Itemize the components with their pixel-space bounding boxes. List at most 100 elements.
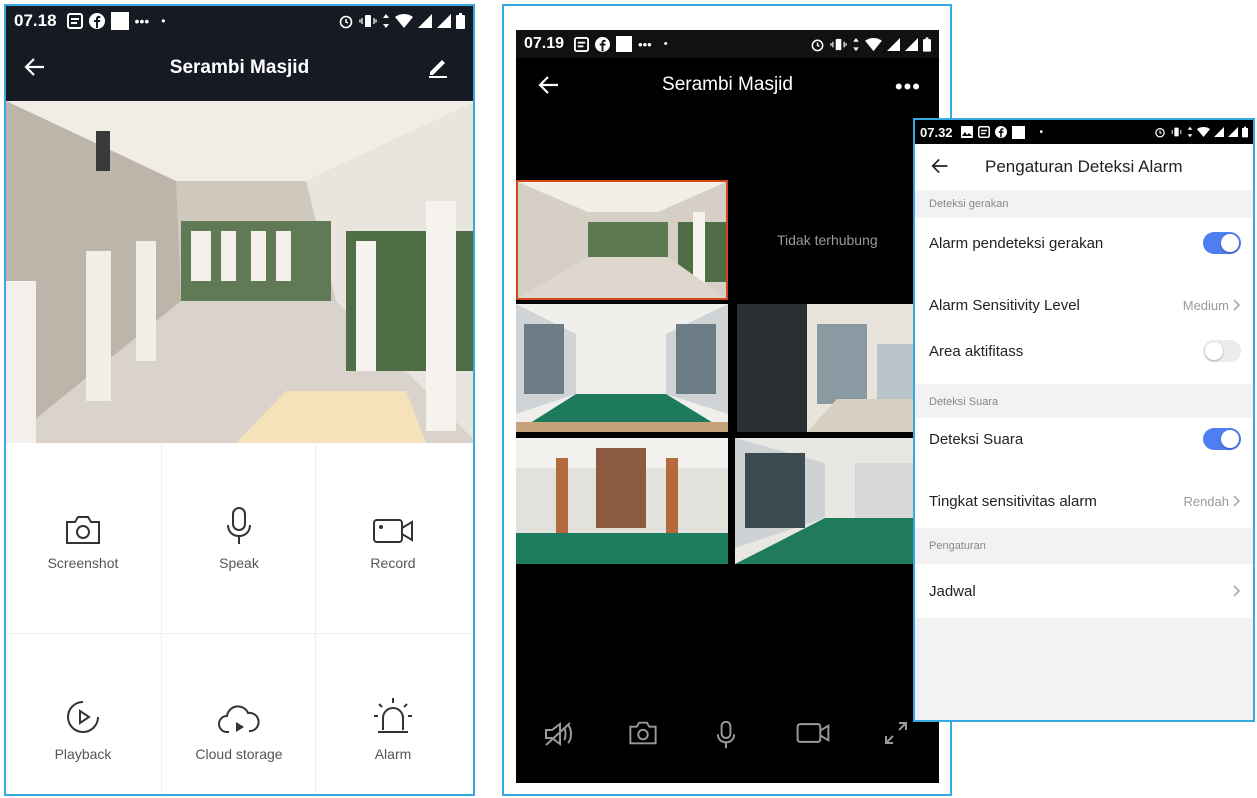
section-label: Deteksi gerakan [929,198,1009,210]
speaker-muted-icon [545,722,572,746]
image-placeholder-icon [1011,125,1025,139]
panel-camera-live: 07.18 ••• • Serambi Masjid Screenshot Sp… [4,4,475,796]
speak-button[interactable]: Speak [162,443,316,629]
signal-2-icon [905,37,918,51]
video-camera-icon [373,519,413,543]
gallery-icon [960,126,973,138]
cloud-storage-button[interactable]: Cloud storage [162,634,316,794]
panel-multi-view: 07.19 ••• • Serambi Masjid ••• Tidak ter… [502,4,952,796]
battery-icon [1242,126,1248,138]
edit-button[interactable] [427,56,449,78]
row-schedule[interactable]: Jadwal [915,566,1253,616]
playback-button[interactable]: Playback [6,634,160,794]
speak-button[interactable] [716,721,736,749]
sound-detection-toggle[interactable] [1203,428,1241,450]
status-time: 07.32 [920,124,953,140]
section-header-motion: Deteksi gerakan [915,190,1253,218]
page-title: Serambi Masjid [169,57,310,78]
back-button[interactable] [931,157,949,175]
camera-icon [629,721,657,745]
status-time: 07.19 [524,35,565,52]
microphone-icon [716,721,736,749]
alarm-label: Alarm [374,746,412,762]
page-title: Pengaturan Deteksi Alarm [985,157,1183,176]
notification-icon [66,13,83,29]
camera-thumb-disconnected[interactable]: Tidak terhubung [737,180,939,300]
top-app-bar: Serambi Masjid [6,36,473,101]
vibrate-icon [830,38,847,50]
live-video-feed[interactable] [6,101,473,443]
top-app-bar: Serambi Masjid ••• [516,58,939,118]
row-activity-area[interactable]: Area aktifitass [915,326,1253,376]
facebook-icon [595,36,611,52]
row-value: Medium [1182,297,1229,313]
camera-icon [66,516,100,544]
alarm-clock-icon [339,15,353,29]
signal-icon [1214,127,1224,137]
alarm-siren-icon [374,698,412,733]
camera-thumb-image [735,438,939,564]
wifi-icon [865,37,882,51]
signal-2-icon [1228,127,1238,137]
camera-thumb-image [518,182,726,298]
data-transfer-icon [1187,126,1193,138]
screenshot-button[interactable] [628,721,658,745]
fullscreen-button[interactable] [884,721,908,745]
status-bar: 07.32 • [915,120,1253,144]
record-button[interactable] [796,721,830,745]
wifi-icon [395,14,413,28]
mute-button[interactable] [544,721,574,747]
dot-icon: • [161,14,166,28]
speak-label: Speak [219,555,259,571]
chevron-right-icon [1233,585,1241,597]
panel-alarm-settings: 07.32 • Pengaturan Deteksi Alarm Deteksi… [913,118,1255,722]
more-notifications-icon: ••• [638,36,652,52]
microphone-icon [227,507,251,544]
more-options-button[interactable]: ••• [895,74,921,100]
signal-icon [418,14,432,28]
row-sound-detection[interactable]: Deteksi Suara [915,418,1253,460]
alarm-button[interactable]: Alarm [316,634,470,794]
row-sound-sensitivity[interactable]: Tingkat sensitivitas alarm Rendah [915,476,1253,526]
row-alarm-sensitivity[interactable]: Alarm Sensitivity Level Medium [915,280,1253,330]
battery-icon [923,36,931,52]
signal-icon [887,37,900,51]
row-label: Alarm pendeteksi gerakan [929,234,1104,252]
row-motion-alarm[interactable]: Alarm pendeteksi gerakan [915,218,1253,268]
facebook-icon [994,126,1007,138]
camera-thumb-4[interactable] [737,304,939,432]
notification-icon [574,36,590,52]
row-label: Alarm Sensitivity Level [929,296,1080,314]
facebook-icon [88,13,105,29]
more-notifications-icon: ••• [134,13,150,29]
data-transfer-icon [383,14,389,28]
section-label: Deteksi Suara [929,396,999,408]
action-grid: Screenshot Speak Record Playback Cloud s… [6,443,473,794]
status-bar: 07.19 ••• • [516,30,939,58]
back-arrow-icon [931,158,948,174]
dot-icon: • [663,38,668,50]
motion-alarm-toggle[interactable] [1203,232,1241,254]
battery-icon [456,13,465,29]
image-placeholder-icon [616,36,633,52]
row-label: Tingkat sensitivitas alarm [929,492,1097,510]
camera-thumb-6[interactable] [735,438,939,564]
activity-area-toggle[interactable] [1203,340,1241,362]
camera-thumb-image [516,438,728,564]
record-button[interactable]: Record [316,443,470,629]
section-header-sound: Deteksi Suara [915,384,1253,420]
section-header-settings: Pengaturan [915,528,1253,564]
page-title: Serambi Masjid [662,74,793,95]
section-label: Pengaturan [929,540,986,552]
status-time: 07.18 [14,11,57,30]
row-value: Rendah [1183,493,1229,509]
screenshot-button[interactable]: Screenshot [6,443,160,629]
camera-thumb-5[interactable] [516,438,728,564]
camera-thumb-image [516,304,728,432]
alarm-clock-icon [1155,128,1165,138]
camera-thumb-selected[interactable] [516,180,728,300]
camera-thumb-3[interactable] [516,304,728,432]
notification-icon [977,126,990,138]
cloud-storage-icon [218,705,260,733]
row-label: Area aktifitass [929,342,1024,360]
